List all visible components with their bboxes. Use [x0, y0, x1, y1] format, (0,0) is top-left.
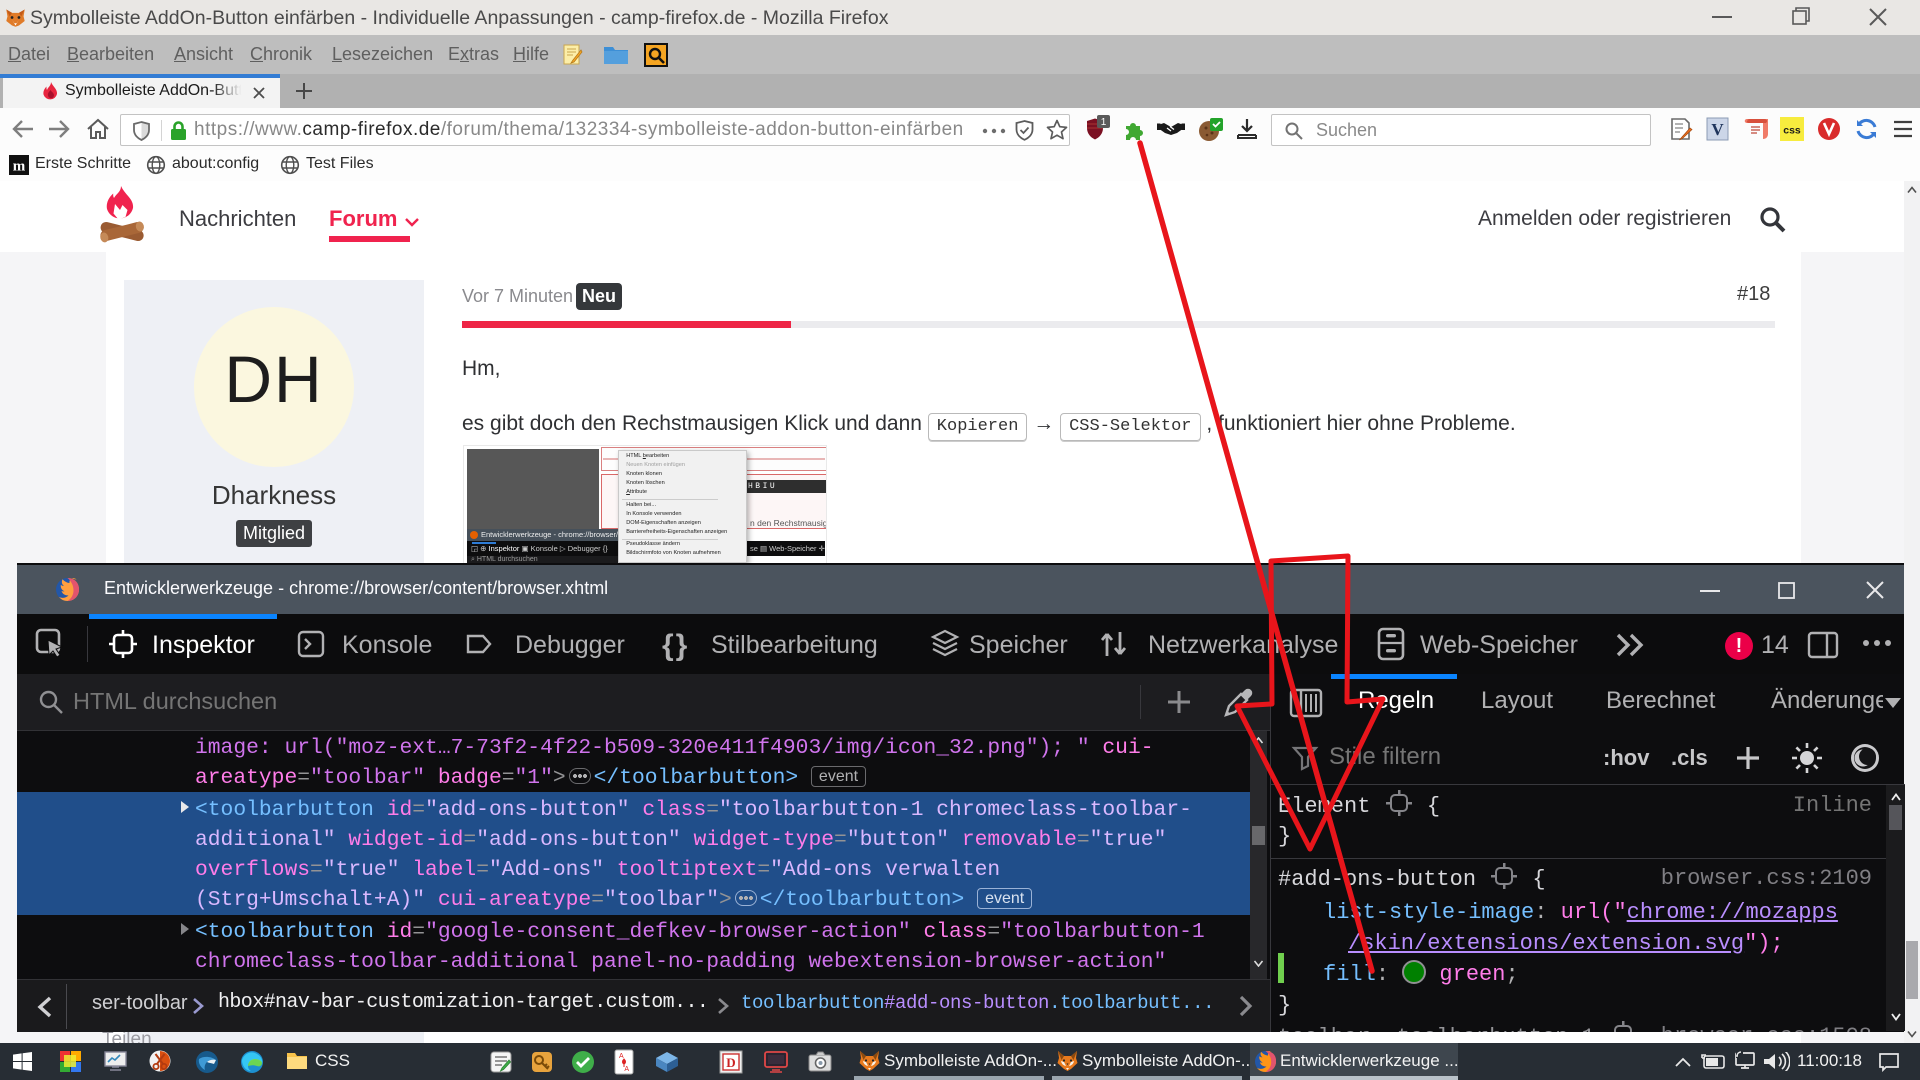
svg-text:D: D: [726, 1055, 735, 1070]
svg-text:V: V: [1711, 120, 1724, 139]
svg-text:1: 1: [1101, 117, 1107, 128]
svg-text:m: m: [13, 159, 26, 175]
svg-text:A: A: [624, 1066, 629, 1073]
svg-text:css: css: [1783, 125, 1801, 137]
svg-text:A: A: [619, 1053, 624, 1060]
